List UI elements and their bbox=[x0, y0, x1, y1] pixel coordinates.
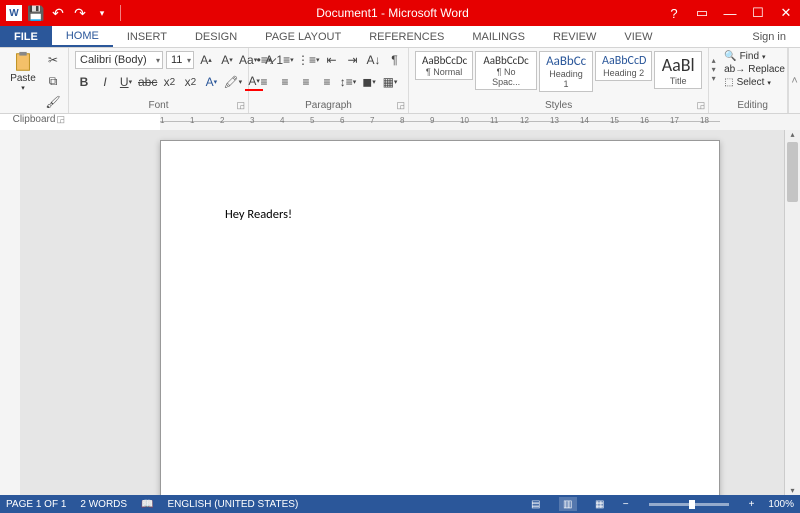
paste-dropdown-icon[interactable]: ▾ bbox=[21, 84, 25, 92]
strikethrough-button[interactable]: abc bbox=[138, 73, 157, 91]
tab-mailings[interactable]: MAILINGS bbox=[458, 26, 539, 47]
font-dialog-icon[interactable]: ◲ bbox=[236, 100, 245, 111]
tab-insert[interactable]: INSERT bbox=[113, 26, 181, 47]
vertical-ruler[interactable] bbox=[0, 130, 20, 495]
print-layout-icon[interactable]: ▥ bbox=[559, 497, 577, 511]
collapse-ribbon-icon[interactable]: ˄ bbox=[788, 48, 800, 113]
group-paragraph: •≡▾ 1≡▾ ⋮≡▾ ⇤ ⇥ A↓ ¶ ≡ ≡ ≡ ≡ ↕≡▾ ◼▾ ▦▾ P… bbox=[249, 48, 409, 113]
group-font: Calibri (Body)▾ 11▾ A▴ A▾ Aa▾ A̷ B I U▾ … bbox=[69, 48, 249, 113]
tab-design[interactable]: DESIGN bbox=[181, 26, 251, 47]
group-clipboard: Paste ▾ ✂ ⧉ 🖌 Clipboard◲ bbox=[0, 48, 69, 113]
style-title[interactable]: AaBlTitle bbox=[654, 51, 702, 89]
superscript-button[interactable]: x2 bbox=[181, 73, 199, 91]
tab-view[interactable]: VIEW bbox=[610, 26, 666, 47]
proofing-icon[interactable]: 📖 bbox=[141, 499, 153, 510]
sign-in-link[interactable]: Sign in bbox=[738, 26, 800, 47]
tab-home[interactable]: HOME bbox=[52, 26, 113, 47]
borders-icon[interactable]: ▦▾ bbox=[381, 73, 399, 91]
scroll-thumb[interactable] bbox=[787, 142, 798, 202]
line-spacing-icon[interactable]: ↕≡▾ bbox=[339, 73, 357, 91]
bullets-icon[interactable]: •≡▾ bbox=[255, 51, 273, 69]
shrink-font-icon[interactable]: A▾ bbox=[218, 51, 236, 69]
zoom-slider[interactable] bbox=[649, 503, 729, 506]
increase-indent-icon[interactable]: ⇥ bbox=[344, 51, 362, 69]
language-indicator[interactable]: ENGLISH (UNITED STATES) bbox=[168, 499, 299, 510]
paste-button[interactable]: Paste ▾ bbox=[6, 51, 40, 92]
ribbon-tabs: FILE HOME INSERT DESIGN PAGE LAYOUT REFE… bbox=[0, 26, 800, 48]
multilevel-list-icon[interactable]: ⋮≡▾ bbox=[297, 51, 320, 69]
page-indicator[interactable]: PAGE 1 OF 1 bbox=[6, 499, 66, 510]
style---no-spac---[interactable]: AaBbCcDc¶ No Spac... bbox=[475, 51, 537, 90]
style---normal[interactable]: AaBbCcDc¶ Normal bbox=[415, 51, 473, 80]
tab-file[interactable]: FILE bbox=[0, 26, 52, 47]
bold-button[interactable]: B bbox=[75, 73, 93, 91]
paragraph-dialog-icon[interactable]: ◲ bbox=[396, 100, 405, 111]
show-marks-icon[interactable]: ¶ bbox=[386, 51, 404, 69]
sort-icon[interactable]: A↓ bbox=[365, 51, 383, 69]
tab-references[interactable]: REFERENCES bbox=[355, 26, 458, 47]
replace-button[interactable]: ab→ Replace bbox=[724, 64, 785, 75]
zoom-in-icon[interactable]: + bbox=[749, 499, 755, 510]
style-heading-2[interactable]: AaBbCcDHeading 2 bbox=[595, 51, 652, 81]
tab-page-layout[interactable]: PAGE LAYOUT bbox=[251, 26, 355, 47]
font-name-select[interactable]: Calibri (Body)▾ bbox=[75, 51, 163, 69]
font-size-select[interactable]: 11▾ bbox=[166, 51, 194, 69]
shading-icon[interactable]: ◼▾ bbox=[360, 73, 378, 91]
web-layout-icon[interactable]: ▦ bbox=[591, 497, 609, 511]
vertical-scrollbar[interactable]: ▴ ▾ bbox=[784, 130, 800, 495]
cut-icon[interactable]: ✂ bbox=[44, 51, 62, 69]
zoom-out-icon[interactable]: − bbox=[623, 499, 629, 510]
redo-icon[interactable]: ↷ bbox=[72, 5, 88, 21]
align-right-icon[interactable]: ≡ bbox=[297, 73, 315, 91]
tab-review[interactable]: REVIEW bbox=[539, 26, 610, 47]
underline-button[interactable]: U▾ bbox=[117, 73, 135, 91]
title-bar: W 💾 ↶ ↷ ▾ Document1 - Microsoft Word ? ▭… bbox=[0, 0, 800, 26]
align-left-icon[interactable]: ≡ bbox=[255, 73, 273, 91]
document-text[interactable]: Hey Readers! bbox=[225, 207, 292, 222]
find-button[interactable]: 🔍 Find ▾ bbox=[724, 51, 785, 62]
scroll-up-icon[interactable]: ▴ bbox=[785, 130, 800, 139]
ribbon: Paste ▾ ✂ ⧉ 🖌 Clipboard◲ Calibri (Body)▾… bbox=[0, 48, 800, 114]
undo-icon[interactable]: ↶ bbox=[50, 5, 66, 21]
decrease-indent-icon[interactable]: ⇤ bbox=[323, 51, 341, 69]
subscript-button[interactable]: x2 bbox=[160, 73, 178, 91]
horizontal-ruler[interactable]: 1123456789101112131415161718 bbox=[0, 114, 800, 130]
numbering-icon[interactable]: 1≡▾ bbox=[276, 51, 294, 69]
clipboard-dialog-icon[interactable]: ◲ bbox=[56, 114, 65, 125]
ribbon-display-icon[interactable]: ▭ bbox=[688, 3, 716, 23]
word-logo-icon: W bbox=[6, 5, 22, 21]
group-styles: AaBbCcDc¶ NormalAaBbCcDc¶ No Spac...AaBb… bbox=[409, 48, 709, 113]
copy-icon[interactable]: ⧉ bbox=[44, 72, 62, 90]
read-mode-icon[interactable]: ▤ bbox=[527, 497, 545, 511]
help-icon[interactable]: ? bbox=[660, 3, 688, 23]
italic-button[interactable]: I bbox=[96, 73, 114, 91]
page[interactable]: Hey Readers! bbox=[160, 140, 720, 495]
align-center-icon[interactable]: ≡ bbox=[276, 73, 294, 91]
justify-icon[interactable]: ≡ bbox=[318, 73, 336, 91]
status-bar: PAGE 1 OF 1 2 WORDS 📖 ENGLISH (UNITED ST… bbox=[0, 495, 800, 513]
styles-dialog-icon[interactable]: ◲ bbox=[697, 100, 706, 111]
format-painter-icon[interactable]: 🖌 bbox=[44, 93, 62, 111]
highlight-icon[interactable]: 🖍▾ bbox=[223, 73, 242, 91]
scroll-down-icon[interactable]: ▾ bbox=[785, 486, 800, 495]
select-button[interactable]: ⬚ Select ▾ bbox=[724, 77, 785, 88]
styles-gallery-scroll[interactable]: ▴▾▾ bbox=[709, 48, 718, 113]
minimize-icon[interactable]: — bbox=[716, 3, 744, 23]
qat-dropdown-icon[interactable]: ▾ bbox=[94, 5, 110, 21]
qat-divider bbox=[120, 5, 121, 21]
save-icon[interactable]: 💾 bbox=[28, 5, 44, 21]
zoom-level[interactable]: 100% bbox=[768, 499, 794, 510]
maximize-icon[interactable]: ☐ bbox=[744, 3, 772, 23]
text-effects-icon[interactable]: A▾ bbox=[202, 73, 220, 91]
group-editing: 🔍 Find ▾ ab→ Replace ⬚ Select ▾ Editing bbox=[718, 48, 788, 113]
style-heading-1[interactable]: AaBbCcHeading 1 bbox=[539, 51, 593, 92]
window-title: Document1 - Microsoft Word bbox=[125, 6, 660, 20]
grow-font-icon[interactable]: A▴ bbox=[197, 51, 215, 69]
document-area: Hey Readers! ▴ ▾ bbox=[0, 130, 800, 495]
word-count[interactable]: 2 WORDS bbox=[80, 499, 127, 510]
close-icon[interactable]: ✕ bbox=[772, 3, 800, 23]
